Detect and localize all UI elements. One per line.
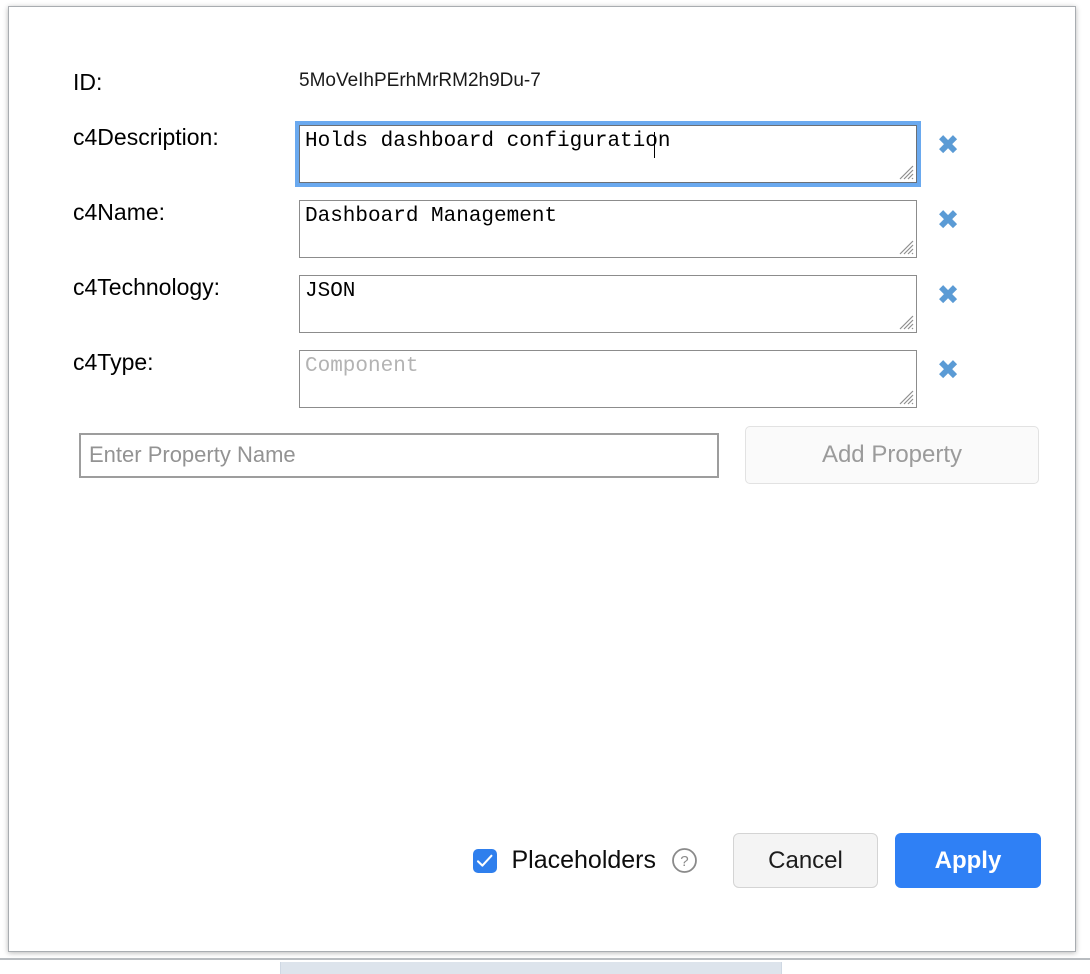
field-input-wrap-c4name bbox=[299, 200, 917, 258]
cancel-button[interactable]: Cancel bbox=[733, 833, 878, 888]
dialog-footer: Placeholders ? Cancel Apply bbox=[9, 833, 1075, 888]
field-input-wrap-c4description bbox=[299, 125, 917, 183]
delete-property-icon[interactable]: ✖ bbox=[935, 357, 961, 384]
field-label-c4technology: c4Technology: bbox=[73, 274, 221, 300]
field-row-c4description: c4Description: ✖ bbox=[9, 124, 1075, 183]
id-row: ID: 5MoVeIhPErhMrRM2h9Du-7 bbox=[9, 69, 1075, 95]
id-label: ID: bbox=[73, 69, 103, 95]
field-row-c4name: c4Name: ✖ bbox=[9, 199, 1075, 258]
background-panel-strip bbox=[280, 962, 782, 974]
field-input-wrap-c4technology bbox=[299, 275, 917, 333]
field-label-c4name: c4Name: bbox=[73, 199, 166, 225]
field-row-c4type: c4Type: ✖ bbox=[9, 349, 1075, 408]
element-properties-dialog: ID: 5MoVeIhPErhMrRM2h9Du-7 c4Description… bbox=[8, 6, 1076, 952]
help-question-icon[interactable]: ? bbox=[671, 847, 698, 874]
field-input-c4technology[interactable] bbox=[299, 275, 917, 333]
placeholders-label: Placeholders bbox=[511, 846, 656, 874]
apply-button[interactable]: Apply bbox=[895, 833, 1041, 888]
background-divider bbox=[0, 958, 1090, 960]
field-input-wrap-c4type bbox=[299, 350, 917, 408]
text-cursor bbox=[654, 132, 655, 158]
field-label-c4type: c4Type: bbox=[73, 349, 154, 375]
placeholders-checkbox[interactable] bbox=[473, 848, 498, 873]
property-name-input[interactable] bbox=[79, 432, 719, 478]
field-row-c4technology: c4Technology: ✖ bbox=[9, 274, 1075, 333]
field-input-c4description[interactable] bbox=[299, 125, 917, 183]
field-input-c4type[interactable] bbox=[299, 350, 917, 408]
add-property-row: Add Property bbox=[79, 426, 1039, 484]
field-label-c4description: c4Description: bbox=[73, 124, 219, 150]
svg-text:?: ? bbox=[680, 853, 688, 870]
placeholders-toggle-group: Placeholders ? bbox=[473, 846, 698, 875]
checkmark-icon bbox=[477, 854, 493, 867]
field-input-c4name[interactable] bbox=[299, 200, 917, 258]
delete-property-icon[interactable]: ✖ bbox=[935, 207, 961, 234]
delete-property-icon[interactable]: ✖ bbox=[935, 282, 961, 309]
add-property-button[interactable]: Add Property bbox=[745, 426, 1039, 484]
delete-property-icon[interactable]: ✖ bbox=[935, 132, 961, 159]
id-value: 5MoVeIhPErhMrRM2h9Du-7 bbox=[299, 70, 541, 91]
